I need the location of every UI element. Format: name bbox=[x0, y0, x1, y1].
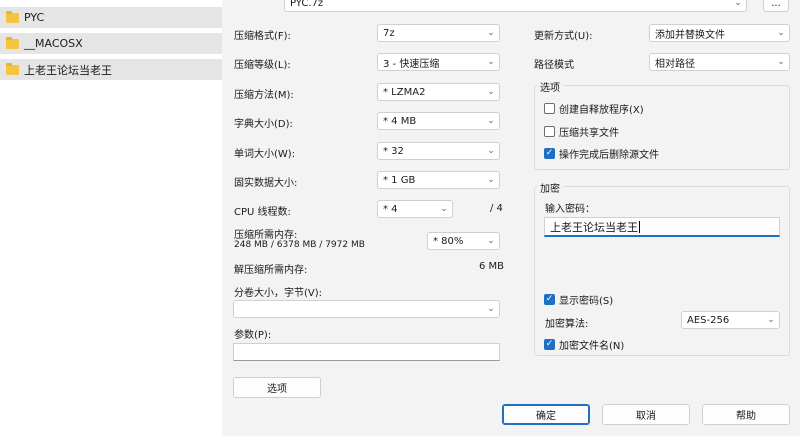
chevron-down-icon: ⌄ bbox=[487, 87, 495, 97]
mem-compress-detail: 248 MB / 6378 MB / 7972 MB bbox=[234, 240, 365, 250]
enc-method-value: AES-256 bbox=[687, 314, 730, 326]
checkbox-icon bbox=[544, 103, 555, 114]
checkbox-checked-icon bbox=[544, 148, 555, 159]
word-select[interactable]: * 32 ⌄ bbox=[377, 142, 500, 160]
checkbox-checked-icon bbox=[544, 294, 555, 305]
sfx-checkbox[interactable]: 创建自释放程序(X) bbox=[544, 101, 644, 116]
chevron-down-icon: ⌄ bbox=[487, 57, 495, 67]
delete-after-label: 操作完成后删除源文件 bbox=[559, 150, 659, 161]
chevron-down-icon: ⌄ bbox=[487, 236, 495, 246]
mem-compress-select[interactable]: * 80% ⌄ bbox=[427, 232, 500, 250]
ok-button[interactable]: 确定 bbox=[502, 404, 590, 425]
mem-compress-value: * 80% bbox=[433, 235, 464, 247]
chevron-down-icon: ⌄ bbox=[487, 146, 495, 156]
solid-value: * 1 GB bbox=[383, 174, 416, 186]
dict-select[interactable]: * 4 MB ⌄ bbox=[377, 112, 500, 130]
dict-label: 字典大小(D): bbox=[234, 119, 293, 130]
folder-item[interactable]: __MACOSX bbox=[0, 33, 222, 54]
level-value: 3 - 快速压缩 bbox=[383, 58, 440, 70]
archive-path-combo[interactable]: PYC.7z ⌄ bbox=[284, 0, 747, 12]
shared-checkbox[interactable]: 压缩共享文件 bbox=[544, 124, 619, 139]
method-value: * LZMA2 bbox=[383, 86, 426, 98]
word-label: 单词大小(W): bbox=[234, 149, 296, 160]
format-select[interactable]: 7z ⌄ bbox=[377, 24, 500, 42]
browse-button[interactable]: ... bbox=[763, 0, 789, 12]
mem-compress-label: 压缩所需内存: bbox=[234, 230, 298, 241]
chevron-down-icon: ⌄ bbox=[734, 0, 742, 8]
sfx-label: 创建自释放程序(X) bbox=[559, 105, 644, 116]
chevron-down-icon: ⌄ bbox=[487, 28, 495, 38]
cancel-button[interactable]: 取消 bbox=[602, 404, 690, 425]
chevron-down-icon: ⌄ bbox=[777, 57, 785, 67]
format-label: 压缩格式(F): bbox=[234, 31, 291, 42]
add-to-archive-dialog: PYC.7z ⌄ ... 压缩格式(F): 7z ⌄ 压缩等级(L): 3 - … bbox=[222, 0, 800, 436]
password-value: 上老王论坛当老王 bbox=[550, 220, 638, 234]
checkbox-icon bbox=[544, 126, 555, 137]
encryption-group-title: 加密 bbox=[537, 180, 563, 195]
level-label: 压缩等级(L): bbox=[234, 60, 291, 71]
text-caret bbox=[639, 220, 640, 233]
word-value: * 32 bbox=[383, 145, 404, 157]
chevron-down-icon: ⌄ bbox=[777, 28, 785, 38]
folder-name: 上老王论坛当老王 bbox=[24, 63, 112, 77]
threads-value: * 4 bbox=[383, 203, 398, 215]
password-input[interactable]: 上老王论坛当老王 bbox=[544, 217, 780, 237]
pathmode-select[interactable]: 相对路径 ⌄ bbox=[649, 53, 790, 71]
level-select[interactable]: 3 - 快速压缩 ⌄ bbox=[377, 53, 500, 71]
password-label: 输入密码： bbox=[545, 204, 595, 215]
folder-name: PYC bbox=[24, 11, 45, 24]
solid-label: 固实数据大小: bbox=[234, 178, 298, 189]
help-button[interactable]: 帮助 bbox=[702, 404, 790, 425]
delete-after-checkbox[interactable]: 操作完成后删除源文件 bbox=[544, 146, 659, 161]
shared-label: 压缩共享文件 bbox=[559, 128, 619, 139]
archive-path-value: PYC.7z bbox=[290, 0, 324, 9]
chevron-down-icon: ⌄ bbox=[487, 116, 495, 126]
encrypt-names-checkbox[interactable]: 加密文件名(N) bbox=[544, 337, 624, 352]
chevron-down-icon: ⌄ bbox=[767, 315, 775, 325]
encrypt-names-label: 加密文件名(N) bbox=[559, 341, 625, 352]
options-group-title: 选项 bbox=[537, 79, 563, 94]
update-select[interactable]: 添加并替换文件 ⌄ bbox=[649, 24, 790, 42]
chevron-down-icon: ⌄ bbox=[487, 175, 495, 185]
update-value: 添加并替换文件 bbox=[655, 29, 725, 41]
threads-label: CPU 线程数: bbox=[234, 207, 291, 218]
chevron-down-icon: ⌄ bbox=[440, 204, 448, 214]
pathmode-value: 相对路径 bbox=[655, 58, 695, 70]
volume-combo[interactable]: ⌄ bbox=[233, 300, 500, 318]
method-select[interactable]: * LZMA2 ⌄ bbox=[377, 83, 500, 101]
folder-icon bbox=[6, 36, 19, 49]
folder-icon bbox=[6, 62, 19, 75]
threads-select[interactable]: * 4 ⌄ bbox=[377, 200, 453, 218]
params-label: 参数(P): bbox=[234, 330, 272, 341]
checkbox-checked-icon bbox=[544, 339, 555, 350]
enc-method-label: 加密算法: bbox=[545, 319, 589, 330]
explorer-pane: PYC __MACOSX 上老王论坛当老王 bbox=[0, 0, 223, 436]
show-password-label: 显示密码(S) bbox=[559, 296, 614, 307]
pathmode-label: 路径模式 bbox=[534, 60, 574, 71]
dict-value: * 4 MB bbox=[383, 115, 417, 127]
show-password-checkbox[interactable]: 显示密码(S) bbox=[544, 292, 613, 307]
volume-label: 分卷大小，字节(V): bbox=[234, 288, 323, 299]
threads-max: / 4 bbox=[490, 203, 503, 214]
update-label: 更新方式(U): bbox=[534, 31, 593, 42]
enc-method-select[interactable]: AES-256 ⌄ bbox=[681, 311, 780, 329]
folder-icon bbox=[6, 10, 19, 23]
solid-select[interactable]: * 1 GB ⌄ bbox=[377, 171, 500, 189]
folder-item[interactable]: PYC bbox=[0, 7, 222, 28]
mem-decompress-value: 6 MB bbox=[479, 261, 505, 272]
params-input[interactable] bbox=[233, 343, 500, 361]
folder-name: __MACOSX bbox=[24, 37, 83, 50]
chevron-down-icon: ⌄ bbox=[487, 304, 495, 314]
options-button[interactable]: 选项 bbox=[233, 377, 321, 398]
mem-decompress-label: 解压缩所需内存: bbox=[234, 265, 308, 276]
format-value: 7z bbox=[383, 27, 395, 39]
folder-item[interactable]: 上老王论坛当老王 bbox=[0, 59, 222, 80]
method-label: 压缩方法(M): bbox=[234, 90, 294, 101]
